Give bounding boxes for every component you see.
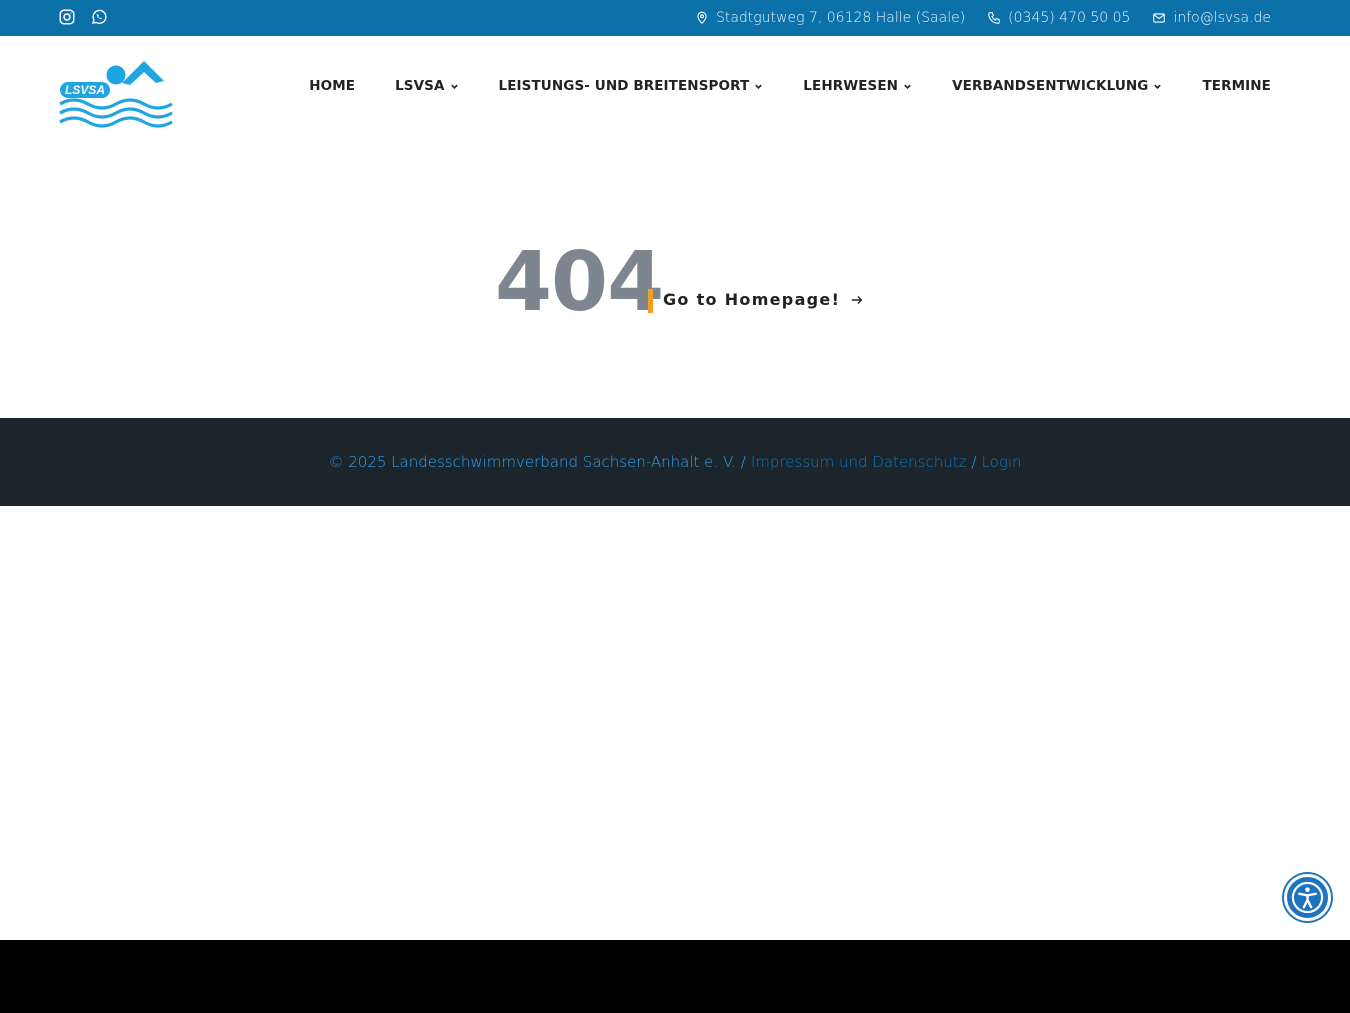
top-bar: Stadtgutweg 7, 06128 Halle (Saale) (0345…	[0, 0, 1350, 36]
site-header: LSVSA HOME LSVSA LEISTUNGS- UND BREITENS…	[0, 36, 1350, 146]
nav-label: VERBANDSENTWICKLUNG	[952, 78, 1149, 94]
whatsapp-icon[interactable]	[90, 8, 108, 26]
accessibility-button[interactable]	[1284, 874, 1331, 921]
phone-text: (0345) 470 50 05	[1008, 10, 1131, 26]
email-item[interactable]: info@lsvsa.de	[1152, 10, 1271, 26]
logo-text: LSVSA	[65, 83, 105, 97]
main-nav: HOME LSVSA LEISTUNGS- UND BREITENSPORT L…	[309, 78, 1271, 94]
nav-label: TERMINE	[1202, 78, 1271, 94]
impressum-link[interactable]: Impressum und Datenschutz	[751, 453, 967, 471]
nav-item-termine[interactable]: TERMINE	[1202, 78, 1271, 94]
nav-item-verbandsentwicklung[interactable]: VERBANDSENTWICKLUNG	[952, 78, 1162, 94]
social-links	[58, 8, 108, 26]
address-item: Stadtgutweg 7, 06128 Halle (Saale)	[695, 10, 965, 26]
site-footer: © 2025 Landesschwimmverband Sachsen-Anha…	[0, 418, 1350, 506]
error-code: 404	[495, 235, 664, 330]
nav-item-leistungssport[interactable]: LEISTUNGS- UND BREITENSPORT	[499, 78, 764, 94]
site-logo[interactable]: LSVSA	[58, 56, 176, 128]
nav-item-home[interactable]: HOME	[309, 78, 355, 94]
address-text: Stadtgutweg 7, 06128 Halle (Saale)	[715, 10, 966, 26]
footer-separator: /	[971, 453, 977, 471]
copyright-text: © 2025 Landesschwimmverband Sachsen-Anha…	[328, 453, 746, 471]
contact-info: Stadtgutweg 7, 06128 Halle (Saale) (0345…	[695, 0, 1271, 36]
error-block: 404 Go to Homepage!	[495, 235, 863, 330]
nav-label: HOME	[309, 78, 356, 94]
login-link[interactable]: Login	[982, 453, 1022, 471]
accessibility-icon	[1291, 881, 1324, 914]
go-home-link[interactable]: Go to Homepage!	[663, 290, 864, 309]
nav-item-lsvsa[interactable]: LSVSA	[395, 78, 458, 94]
chevron-down-icon	[450, 84, 458, 89]
page: Stadtgutweg 7, 06128 Halle (Saale) (0345…	[0, 0, 1350, 940]
mail-icon	[1153, 13, 1166, 23]
phone-icon	[988, 12, 1000, 24]
chevron-down-icon	[1154, 84, 1162, 89]
arrow-right-icon	[851, 295, 863, 304]
nav-label: LEISTUNGS- UND BREITENSPORT	[498, 78, 750, 94]
nav-item-lehrwesen[interactable]: LEHRWESEN	[803, 78, 912, 94]
map-pin-icon	[697, 11, 707, 24]
phone-item[interactable]: (0345) 470 50 05	[987, 10, 1130, 26]
go-home-label: Go to Homepage!	[663, 290, 841, 309]
nav-label: LSVSA	[395, 78, 445, 94]
accent-bar	[648, 289, 653, 313]
instagram-icon[interactable]	[58, 8, 76, 26]
bottom-black-bar	[0, 940, 1350, 1013]
chevron-down-icon	[755, 84, 763, 89]
email-text: info@lsvsa.de	[1173, 10, 1271, 26]
chevron-down-icon	[904, 84, 911, 89]
nav-label: LEHRWESEN	[803, 78, 899, 94]
